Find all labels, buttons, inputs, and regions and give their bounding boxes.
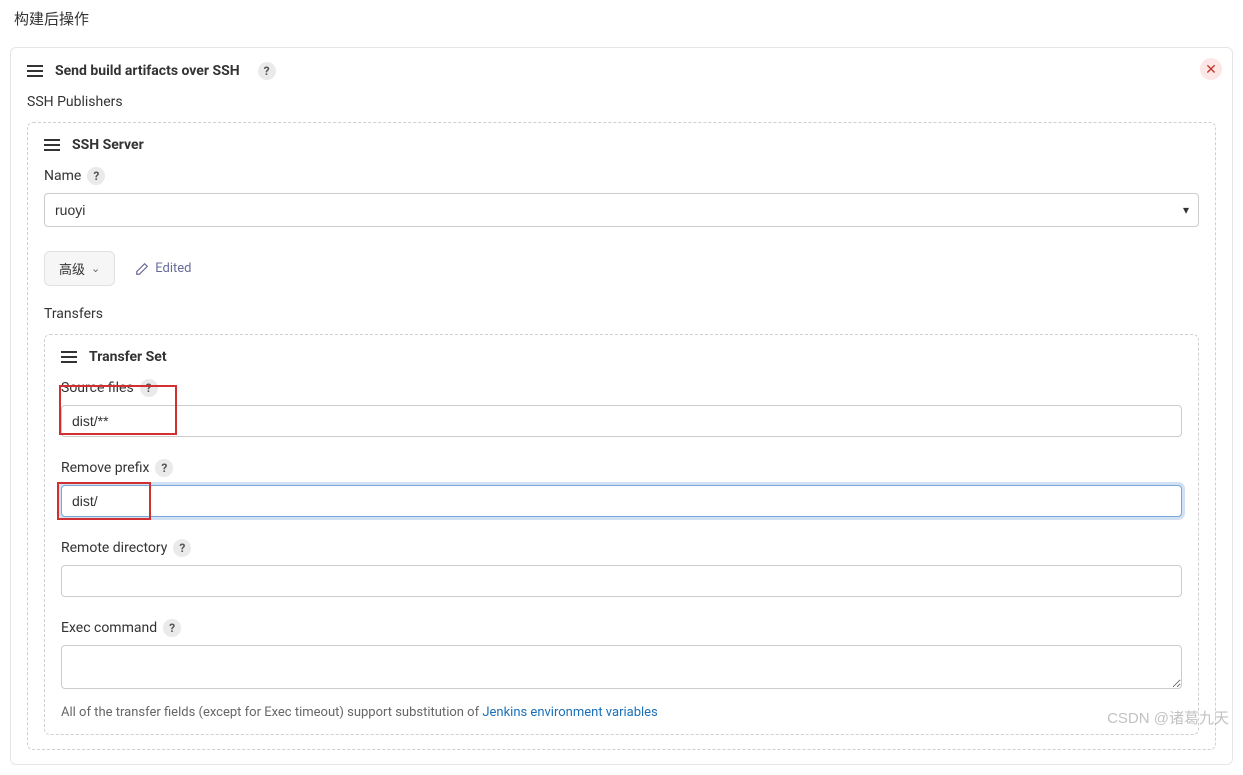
exec-command-label: Exec command ? <box>61 619 1182 637</box>
ssh-server-panel: SSH Server Name ? ruoyi ▾ 高级 ⌄ <box>27 122 1216 750</box>
drag-handle-icon[interactable] <box>27 65 43 77</box>
source-files-input[interactable] <box>61 405 1182 437</box>
source-files-group: Source files ? <box>61 379 1182 437</box>
env-vars-link[interactable]: Jenkins environment variables <box>482 705 657 720</box>
panel-title: Send build artifacts over SSH <box>55 63 240 79</box>
remote-directory-input[interactable] <box>61 565 1182 597</box>
transfer-set-header: Transfer Set <box>61 349 1182 365</box>
ssh-server-header: SSH Server <box>44 137 1199 153</box>
pencil-icon <box>135 262 149 276</box>
help-icon[interactable]: ? <box>140 379 158 397</box>
footer-note-text: All of the transfer fields (except for E… <box>61 705 482 720</box>
help-icon[interactable]: ? <box>155 459 173 477</box>
name-select[interactable]: ruoyi <box>44 193 1199 227</box>
name-field-group: Name ? ruoyi ▾ <box>44 167 1199 227</box>
remote-directory-group: Remote directory ? <box>61 539 1182 597</box>
transfers-label: Transfers <box>44 306 1199 322</box>
remote-directory-label: Remote directory ? <box>61 539 1182 557</box>
help-icon[interactable]: ? <box>173 539 191 557</box>
name-label-text: Name <box>44 168 81 184</box>
remove-prefix-group: Remove prefix ? <box>61 459 1182 517</box>
edited-label: Edited <box>155 261 191 276</box>
exec-command-input[interactable] <box>61 645 1182 689</box>
remove-prefix-label: Remove prefix ? <box>61 459 1182 477</box>
close-button[interactable]: ✕ <box>1200 58 1222 80</box>
advanced-label: 高级 <box>59 259 85 278</box>
name-select-wrap: ruoyi ▾ <box>44 193 1199 227</box>
chevron-down-icon: ⌄ <box>91 262 100 275</box>
remove-prefix-label-text: Remove prefix <box>61 460 149 476</box>
ssh-server-title: SSH Server <box>72 137 144 153</box>
transfer-set-title: Transfer Set <box>89 349 167 365</box>
drag-handle-icon[interactable] <box>44 139 60 151</box>
source-files-label-text: Source files <box>61 380 134 396</box>
help-icon[interactable]: ? <box>87 167 105 185</box>
source-files-label: Source files ? <box>61 379 1182 397</box>
page-title: 构建后操作 <box>0 0 1243 47</box>
help-icon[interactable]: ? <box>258 62 276 80</box>
name-label: Name ? <box>44 167 1199 185</box>
send-artifacts-panel: Send build artifacts over SSH ? ✕ SSH Pu… <box>10 47 1233 765</box>
help-icon[interactable]: ? <box>163 619 181 637</box>
remove-prefix-input[interactable] <box>61 485 1182 517</box>
ssh-publishers-label: SSH Publishers <box>27 94 1216 110</box>
panel-header: Send build artifacts over SSH ? <box>27 62 1216 80</box>
advanced-row: 高级 ⌄ Edited <box>44 251 1199 286</box>
drag-handle-icon[interactable] <box>61 351 77 363</box>
remote-directory-label-text: Remote directory <box>61 540 167 556</box>
transfer-set-panel: Transfer Set Source files ? Remove prefi… <box>44 334 1199 735</box>
edited-indicator: Edited <box>135 261 191 276</box>
exec-command-label-text: Exec command <box>61 620 157 636</box>
exec-command-group: Exec command ? <box>61 619 1182 693</box>
footer-note: All of the transfer fields (except for E… <box>61 705 1182 720</box>
advanced-button[interactable]: 高级 ⌄ <box>44 251 115 286</box>
